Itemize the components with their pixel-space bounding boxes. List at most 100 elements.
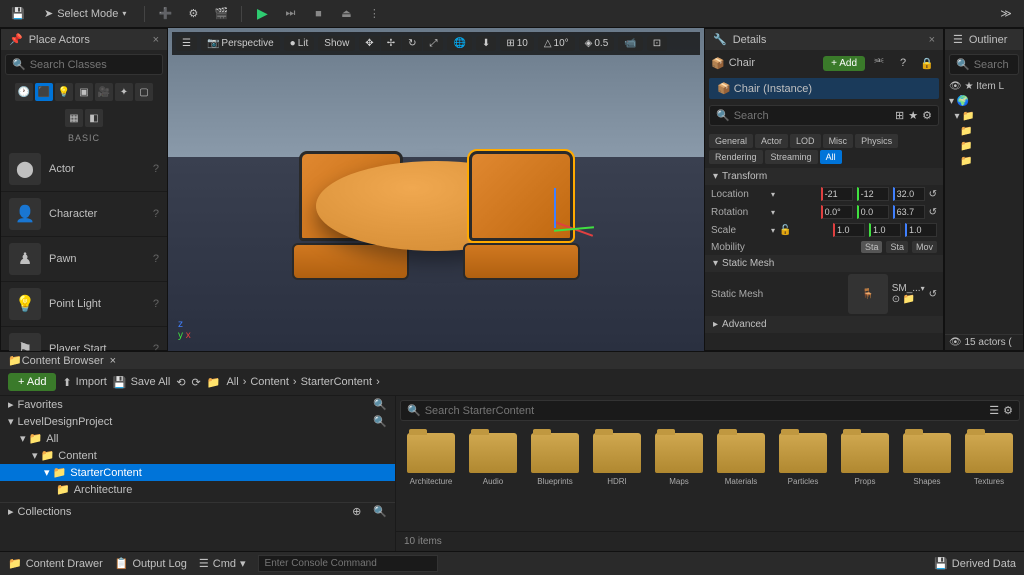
rotate-tool-icon[interactable]: ↻ xyxy=(402,36,422,51)
derived-data-button[interactable]: 💾 Derived Data xyxy=(934,557,1016,570)
scale-snap-button[interactable]: ◈ 0.5 xyxy=(579,36,615,51)
chevron-down-icon[interactable]: ▾ xyxy=(771,190,775,199)
tree-item-all[interactable]: ▾ 📁 All xyxy=(0,430,395,447)
place-actor-item[interactable]: ♟Pawn? xyxy=(1,237,167,282)
select-tool-icon[interactable]: ✥ xyxy=(359,36,379,51)
filter-chip[interactable]: Streaming xyxy=(765,150,818,164)
console-command-input[interactable] xyxy=(258,555,438,572)
translate-tool-icon[interactable]: ✢ xyxy=(381,36,401,51)
browse-icon[interactable]: ⎃ xyxy=(869,53,889,73)
lock-scale-icon[interactable]: 🔓 xyxy=(779,225,791,236)
static-mesh-section-header[interactable]: ▾ Static Mesh xyxy=(705,255,943,272)
settings-icon[interactable]: ⚙ xyxy=(1003,404,1013,417)
tree-item-content[interactable]: ▾ 📁 Content xyxy=(0,447,395,464)
search-icon[interactable]: 🔍 xyxy=(365,503,395,520)
lock-icon[interactable]: 🔒 xyxy=(917,53,937,73)
advanced-section-header[interactable]: ▸ Advanced xyxy=(705,316,943,333)
select-mode-button[interactable]: ➤ Select Mode ▾ xyxy=(36,4,134,23)
viewport-options-button[interactable]: ☰ xyxy=(176,36,197,51)
folder-item[interactable]: Audio xyxy=(466,433,520,523)
instance-row[interactable]: 📦 Chair (Instance) xyxy=(709,78,939,99)
visual-icon[interactable]: ✦ xyxy=(115,83,133,101)
place-actor-item[interactable]: ⬤Actor? xyxy=(1,147,167,192)
folder-item[interactable]: Maps xyxy=(652,433,706,523)
use-selected-icon[interactable]: ⊙ xyxy=(892,294,900,305)
volumes-icon[interactable]: ▢ xyxy=(135,83,153,101)
location-y-input[interactable] xyxy=(857,187,889,201)
lit-button[interactable]: ● Lit xyxy=(284,36,315,51)
cmd-button[interactable]: ☰ Cmd ▾ xyxy=(199,557,246,570)
outliner-tree-item[interactable]: ▾ 📁 xyxy=(945,109,1023,124)
details-search[interactable]: 🔍 ⊞ ★ ⚙ xyxy=(709,105,939,126)
filter-chip[interactable]: Actor xyxy=(755,134,788,148)
marketplace-icon[interactable]: ⚙ xyxy=(183,4,203,24)
content-search[interactable]: 🔍 ☰ ⚙ xyxy=(400,400,1020,421)
add-button[interactable]: + Add xyxy=(8,373,56,391)
mesh-thumbnail[interactable]: 🪑 xyxy=(848,274,888,314)
settings-icon[interactable]: ⚙ xyxy=(922,109,932,122)
folder-item[interactable]: Blueprints xyxy=(528,433,582,523)
stop-icon[interactable]: ■ xyxy=(308,4,328,24)
lights-icon[interactable]: 💡 xyxy=(55,83,73,101)
tree-item-architecture[interactable]: 📁 Architecture xyxy=(0,481,395,498)
favorite-icon[interactable]: ★ xyxy=(908,109,918,122)
outliner-search-input[interactable] xyxy=(974,59,1024,71)
filter-chip[interactable]: General xyxy=(709,134,753,148)
reset-icon[interactable]: ↺ xyxy=(929,189,937,200)
mobility-movable-button[interactable]: Mov xyxy=(912,241,937,253)
place-actors-search[interactable]: 🔍 xyxy=(5,54,163,75)
all-classes-icon[interactable]: ▦ xyxy=(65,109,83,127)
world-space-icon[interactable]: 🌐 xyxy=(447,36,471,51)
surface-snap-icon[interactable]: ⬇ xyxy=(476,36,496,51)
step-icon[interactable]: ⏭ xyxy=(280,4,300,24)
geometry-icon[interactable]: ◧ xyxy=(85,109,103,127)
import-button[interactable]: ⬆ Import xyxy=(62,376,106,389)
project-section[interactable]: ▾ LevelDesignProject xyxy=(0,413,365,430)
content-search-input[interactable] xyxy=(425,405,986,417)
search-icon[interactable]: 🔍 xyxy=(365,396,395,413)
add-collection-icon[interactable]: ⊕ xyxy=(348,503,365,520)
platforms-icon[interactable]: ⋮ xyxy=(364,4,384,24)
help-icon[interactable]: ? xyxy=(153,163,159,175)
filter-chip[interactable]: Rendering xyxy=(709,150,763,164)
filter-chip[interactable]: All xyxy=(820,150,842,164)
recent-icon[interactable]: 🕐 xyxy=(15,83,33,101)
show-button[interactable]: Show xyxy=(318,36,355,51)
filter-icon[interactable]: ☰ xyxy=(989,404,999,417)
browse-mesh-icon[interactable]: 📁 xyxy=(903,294,915,305)
breadcrumb-item[interactable]: StarterContent xyxy=(301,376,373,388)
folder-item[interactable]: Architecture xyxy=(404,433,458,523)
outliner-tree-item[interactable]: ▾ 🌍 xyxy=(945,94,1023,109)
folder-item[interactable]: Props xyxy=(838,433,892,523)
scale-y-input[interactable] xyxy=(869,223,901,237)
cinematic-cat-icon[interactable]: 🎥 xyxy=(95,83,113,101)
maximize-icon[interactable]: ⊡ xyxy=(647,36,667,51)
play-icon[interactable]: ▶ xyxy=(252,4,272,24)
camera-speed-icon[interactable]: 📹 xyxy=(618,36,642,51)
outliner-search[interactable]: 🔍 xyxy=(949,54,1019,75)
pin-icon[interactable]: 📌 xyxy=(9,33,23,46)
mesh-value[interactable]: SM_... xyxy=(892,283,921,294)
close-icon[interactable]: × xyxy=(110,355,116,367)
add-content-icon[interactable]: ➕ xyxy=(155,4,175,24)
search-icon[interactable]: 🔍 xyxy=(365,413,395,430)
folder-item[interactable]: Textures xyxy=(962,433,1016,523)
help-icon[interactable]: ? xyxy=(153,208,159,220)
shapes-icon[interactable]: ▣ xyxy=(75,83,93,101)
location-x-input[interactable] xyxy=(821,187,853,201)
angle-snap-button[interactable]: △ 10° xyxy=(538,36,575,51)
content-drawer-button[interactable]: 📁 Content Drawer xyxy=(8,557,103,570)
chevron-down-icon[interactable]: ▾ xyxy=(771,208,775,217)
folder-item[interactable]: Materials xyxy=(714,433,768,523)
eject-icon[interactable]: ⏏ xyxy=(336,4,356,24)
scale-z-input[interactable] xyxy=(905,223,937,237)
place-actors-search-input[interactable] xyxy=(30,59,172,71)
location-z-input[interactable] xyxy=(893,187,925,201)
history-fwd-icon[interactable]: ⟳ xyxy=(192,376,201,389)
reset-icon[interactable]: ↺ xyxy=(929,289,937,300)
outliner-tree-item[interactable]: 📁 xyxy=(945,124,1023,139)
folder-item[interactable]: HDRI xyxy=(590,433,644,523)
help-icon[interactable]: ? xyxy=(153,253,159,265)
outliner-tree-item[interactable]: 📁 xyxy=(945,154,1023,169)
mobility-stationary-button[interactable]: Sta xyxy=(886,241,908,253)
